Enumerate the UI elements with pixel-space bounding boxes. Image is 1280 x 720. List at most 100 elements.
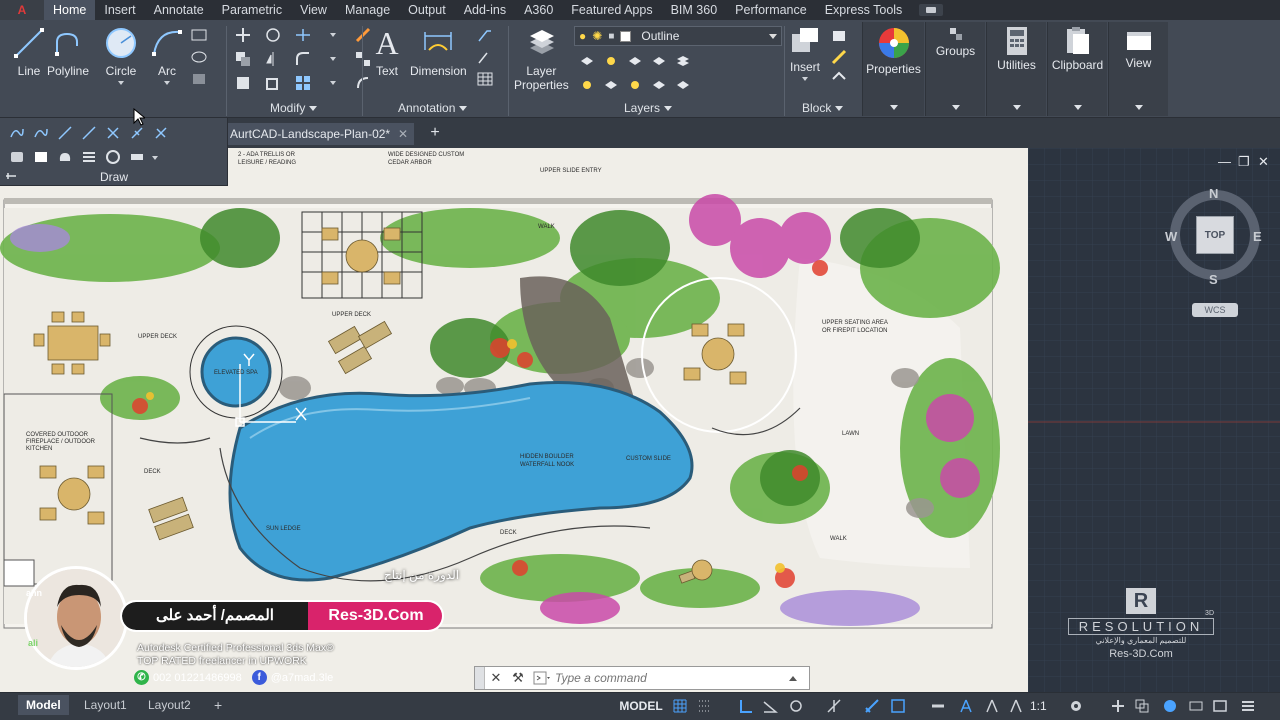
multiple-points-icon[interactable] bbox=[104, 124, 122, 142]
array-grid-icon[interactable] bbox=[294, 74, 312, 92]
divide-icon[interactable] bbox=[128, 124, 146, 142]
layers-panel-title[interactable]: Layers bbox=[624, 100, 673, 116]
dimension-tool[interactable]: Dimension bbox=[410, 26, 467, 78]
rotate-icon[interactable] bbox=[264, 26, 282, 44]
viewcube[interactable]: N S E W TOP bbox=[1165, 186, 1262, 287]
tab-view[interactable]: View bbox=[291, 0, 336, 20]
compass-east[interactable]: E bbox=[1253, 229, 1262, 244]
donut-icon[interactable] bbox=[104, 148, 122, 166]
utilities-button[interactable]: Utilities bbox=[986, 22, 1046, 116]
tab-parametric[interactable]: Parametric bbox=[213, 0, 291, 20]
viewcube-top-face[interactable]: TOP bbox=[1196, 216, 1234, 254]
tab-layout1[interactable]: Layout1 bbox=[76, 695, 135, 715]
arc-tool[interactable]: Arc bbox=[150, 26, 184, 85]
layer-thaw-icon[interactable] bbox=[626, 76, 644, 94]
layer-off-icon[interactable] bbox=[578, 52, 596, 70]
tab-insert[interactable]: Insert bbox=[95, 0, 144, 20]
leader-icon[interactable] bbox=[476, 26, 494, 44]
layer-match-icon[interactable] bbox=[578, 76, 596, 94]
stretch-icon[interactable] bbox=[234, 74, 252, 92]
tab-annotate[interactable]: Annotate bbox=[145, 0, 213, 20]
isodraft-icon[interactable] bbox=[788, 698, 804, 714]
mirror-icon[interactable] bbox=[264, 50, 282, 68]
auto-scale-icon[interactable] bbox=[1008, 698, 1024, 714]
line-tool[interactable]: Line bbox=[12, 26, 46, 78]
properties-button[interactable]: Properties bbox=[862, 22, 924, 116]
layer-previous-icon[interactable] bbox=[602, 76, 620, 94]
tab-model[interactable]: Model bbox=[18, 695, 69, 715]
transparency-icon[interactable] bbox=[930, 698, 946, 714]
block-panel-title[interactable]: Block bbox=[802, 100, 844, 116]
layer-properties-tool[interactable]: Layer Properties bbox=[514, 26, 569, 92]
object-snap-tracking-icon[interactable] bbox=[826, 698, 842, 714]
annotation-panel-title[interactable]: Annotation bbox=[398, 100, 468, 116]
snap-icon[interactable] bbox=[696, 698, 712, 714]
circle-tool[interactable]: Circle bbox=[104, 26, 138, 85]
lineweight-icon[interactable] bbox=[890, 698, 906, 714]
close-icon[interactable]: ✕ bbox=[398, 123, 408, 145]
text-tool[interactable]: A Text bbox=[372, 26, 402, 78]
restore-icon[interactable]: ❐ bbox=[1238, 154, 1250, 170]
table-icon[interactable] bbox=[476, 70, 494, 88]
tab-home[interactable]: Home bbox=[44, 0, 96, 20]
array-dropdown-icon[interactable] bbox=[324, 74, 342, 92]
customize-wrench-icon[interactable]: ⚒ bbox=[507, 667, 529, 689]
boundary-icon[interactable] bbox=[128, 148, 146, 166]
add-layout-button[interactable]: + bbox=[206, 695, 230, 715]
copy-icon[interactable] bbox=[234, 50, 252, 68]
modify-dropdown-icon[interactable] bbox=[324, 26, 342, 44]
layer-walk-icon[interactable] bbox=[674, 76, 692, 94]
create-block-icon[interactable] bbox=[830, 26, 848, 44]
tab-express-tools[interactable]: Express Tools bbox=[816, 0, 912, 20]
layer-lock-icon[interactable] bbox=[650, 52, 668, 70]
command-prompt-icon[interactable] bbox=[529, 667, 555, 689]
polar-icon[interactable] bbox=[762, 698, 778, 714]
tab-add-ins[interactable]: Add-ins bbox=[455, 0, 515, 20]
tab-bim360[interactable]: BIM 360 bbox=[662, 0, 727, 20]
edit-block-icon[interactable] bbox=[830, 48, 848, 66]
object-snap-icon[interactable] bbox=[864, 698, 880, 714]
tab-performance[interactable]: Performance bbox=[726, 0, 816, 20]
compass-south[interactable]: S bbox=[1209, 272, 1218, 287]
scale-icon[interactable] bbox=[264, 74, 282, 92]
region-icon[interactable] bbox=[8, 148, 26, 166]
ribbon-minimize-toggle[interactable] bbox=[919, 4, 944, 16]
file-tab-landscape-plan[interactable]: AurtCAD-Landscape-Plan-02* ✕ bbox=[228, 123, 415, 145]
revision-cloud-icon[interactable] bbox=[56, 148, 74, 166]
move-icon[interactable] bbox=[234, 26, 252, 44]
model-space-toggle[interactable]: MODEL bbox=[616, 696, 666, 716]
ortho-icon[interactable] bbox=[738, 698, 754, 714]
website-badge[interactable]: Res-3D.Com bbox=[308, 602, 442, 630]
layer-make-current-icon[interactable] bbox=[674, 52, 692, 70]
close-icon[interactable]: ✕ bbox=[485, 667, 507, 689]
clipboard-button[interactable]: Clipboard bbox=[1047, 22, 1107, 116]
construction-line-icon[interactable] bbox=[56, 124, 74, 142]
view-button[interactable]: View bbox=[1108, 22, 1168, 116]
spline-fit-icon[interactable] bbox=[8, 124, 26, 142]
annotation-visibility-icon[interactable] bbox=[984, 698, 1000, 714]
hatch-icon[interactable] bbox=[190, 48, 208, 66]
edit-attributes-icon[interactable] bbox=[830, 70, 848, 88]
annotation-scale-icon[interactable] bbox=[958, 698, 974, 714]
hamburger-menu-icon[interactable] bbox=[1240, 698, 1256, 714]
layer-freeze-icon[interactable] bbox=[626, 52, 644, 70]
layer-isolate-icon[interactable] bbox=[602, 52, 620, 70]
tab-layout2[interactable]: Layout2 bbox=[140, 695, 199, 715]
tab-a360[interactable]: A360 bbox=[515, 0, 562, 20]
compass-north[interactable]: N bbox=[1209, 186, 1218, 201]
polyline-tool[interactable]: Polyline bbox=[47, 26, 89, 78]
clean-screen-icon[interactable] bbox=[1188, 698, 1204, 714]
wcs-menu[interactable]: WCS bbox=[1192, 303, 1238, 317]
offset-icon[interactable] bbox=[354, 74, 372, 92]
fillet-dropdown-icon[interactable] bbox=[324, 50, 342, 68]
wipeout-icon[interactable] bbox=[32, 148, 50, 166]
gear-icon[interactable] bbox=[1068, 698, 1084, 714]
application-menu-button[interactable]: A bbox=[0, 0, 44, 20]
insert-block-tool[interactable]: Insert bbox=[790, 26, 820, 81]
modify-panel-title[interactable]: Modify bbox=[270, 100, 318, 116]
command-input[interactable] bbox=[555, 668, 785, 688]
isolate-objects-icon[interactable] bbox=[1134, 698, 1150, 714]
spline-cv-icon[interactable] bbox=[32, 124, 50, 142]
layer-unlock-icon[interactable] bbox=[650, 76, 668, 94]
command-line-grip[interactable] bbox=[475, 667, 485, 689]
